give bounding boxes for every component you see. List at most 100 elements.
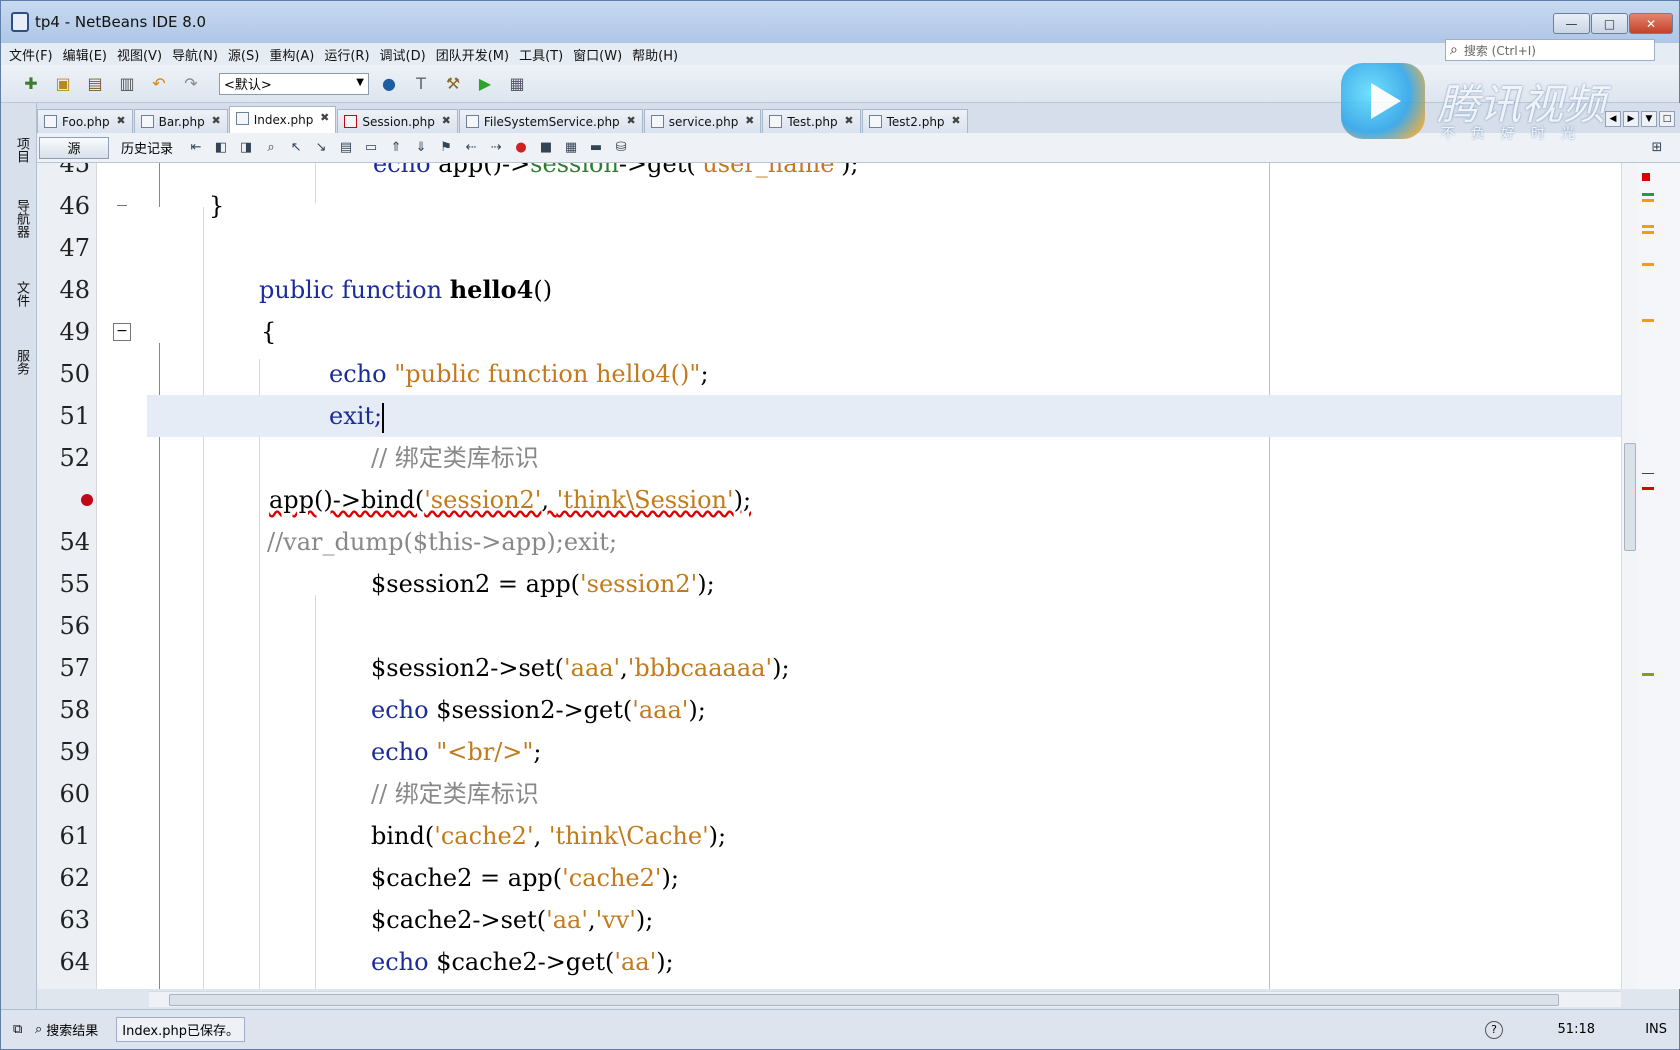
debug-icon[interactable]: ▦: [505, 72, 529, 96]
redo-icon[interactable]: ↷: [179, 72, 203, 96]
menu-help[interactable]: 帮助(H): [632, 45, 678, 64]
notification-icon[interactable]: ?: [1485, 1020, 1503, 1039]
hint-mark[interactable]: [1642, 673, 1654, 676]
shift-right-icon[interactable]: ⇢: [487, 139, 505, 157]
undo-icon[interactable]: ↶: [147, 72, 171, 96]
open-project-icon[interactable]: ▤: [83, 72, 107, 96]
clean-build-icon[interactable]: ⚒: [441, 72, 465, 96]
stop-macro-icon[interactable]: ■: [537, 139, 555, 157]
history-button[interactable]: 历史记录: [121, 138, 173, 157]
sidebar-tab-services[interactable]: 服务: [9, 349, 31, 375]
close-tab-icon[interactable]: ✖: [211, 114, 220, 127]
scrollbar-thumb[interactable]: [169, 994, 1559, 1006]
new-project-icon[interactable]: ▣: [51, 72, 75, 96]
toggle-bookmark-icon[interactable]: ⚑: [437, 139, 455, 157]
record-macro-icon[interactable]: ●: [512, 139, 530, 157]
tab-foo-php[interactable]: Foo.php ✖: [37, 109, 133, 133]
close-button[interactable]: ✕: [1629, 13, 1673, 34]
warning-mark[interactable]: [1642, 225, 1654, 228]
sidebar-tab-navigator[interactable]: 导航器: [9, 199, 31, 238]
code-text: $session2->set('aaa','bbbcaaaaa');: [371, 654, 790, 682]
shift-left-icon[interactable]: ⇠: [462, 139, 480, 157]
close-tab-icon[interactable]: ✖: [626, 114, 635, 127]
close-tab-icon[interactable]: ✖: [844, 114, 853, 127]
caret-mark[interactable]: [1642, 473, 1654, 474]
find-next-icon[interactable]: ↘: [312, 139, 330, 157]
menu-tools[interactable]: 工具(T): [519, 45, 563, 64]
database-icon[interactable]: ⛁: [612, 139, 630, 157]
build-icon[interactable]: T: [409, 72, 433, 96]
new-file-icon[interactable]: ✚: [19, 72, 43, 96]
menu-refactor[interactable]: 重构(A): [269, 45, 314, 64]
source-button[interactable]: 源: [39, 136, 109, 159]
find-icon[interactable]: ⌕: [262, 139, 280, 157]
close-tab-icon[interactable]: ✖: [320, 111, 329, 124]
insert-mode: INS: [1645, 1022, 1667, 1037]
restore-window-icon[interactable]: ⧉: [13, 1022, 22, 1037]
menu-source[interactable]: 源(S): [228, 45, 259, 64]
menu-debug[interactable]: 调试(D): [380, 45, 426, 64]
warning-mark[interactable]: [1642, 231, 1654, 234]
close-tab-icon[interactable]: ✖: [745, 114, 754, 127]
run-icon[interactable]: ▶: [473, 72, 497, 96]
config-select[interactable]: <默认> ▼: [219, 72, 369, 95]
error-mark[interactable]: [1642, 173, 1650, 181]
tab-test-php[interactable]: Test.php ✖: [762, 109, 861, 133]
comment-icon[interactable]: ▦: [562, 139, 580, 157]
menu-team[interactable]: 团队开发(M): [436, 45, 509, 64]
menu-edit[interactable]: 编辑(E): [63, 45, 107, 64]
sidebar-tab-projects[interactable]: 项目: [9, 137, 31, 163]
warning-mark[interactable]: [1642, 263, 1654, 266]
horizontal-scrollbar[interactable]: [149, 991, 1621, 1007]
forward-icon[interactable]: ◨: [237, 139, 255, 157]
tab-service-php[interactable]: service.php ✖: [643, 109, 762, 133]
save-all-icon[interactable]: ▥: [115, 72, 139, 96]
maximize-editor-icon[interactable]: □: [1659, 111, 1675, 127]
code-line: 58 echo $session2->get('aaa');: [37, 689, 1621, 731]
menu-navigate[interactable]: 导航(N): [172, 45, 218, 64]
minimize-button[interactable]: —: [1553, 13, 1590, 34]
scroll-left-icon[interactable]: ◀: [1605, 111, 1621, 127]
last-edit-icon[interactable]: ⇤: [187, 139, 205, 157]
tab-test2-php[interactable]: Test2.php ✖: [861, 109, 968, 133]
code-line: 63 $cache2->set('aa','vv');: [37, 899, 1621, 941]
next-bookmark-icon[interactable]: ⇓: [412, 139, 430, 157]
error-mark[interactable]: [1642, 487, 1654, 490]
code-editor[interactable]: 45 echo app()->session->get('user_name')…: [37, 163, 1621, 989]
search-results-tab[interactable]: ⌕ 搜索结果: [35, 1020, 98, 1039]
menu-window[interactable]: 窗口(W): [573, 45, 622, 64]
globe-icon[interactable]: ●: [377, 72, 401, 96]
find-previous-icon[interactable]: ↖: [287, 139, 305, 157]
close-tab-icon[interactable]: ✖: [116, 114, 125, 127]
chevron-down-icon: ▼: [356, 76, 364, 88]
prev-bookmark-icon[interactable]: ⇑: [387, 139, 405, 157]
warning-mark[interactable]: [1642, 199, 1654, 202]
maximize-button[interactable]: □: [1591, 13, 1628, 34]
toggle-highlight-icon[interactable]: ▤: [337, 139, 355, 157]
close-tab-icon[interactable]: ✖: [442, 114, 451, 127]
tab-bar-php[interactable]: Bar.php ✖: [133, 109, 228, 133]
tab-list-icon[interactable]: ▼: [1641, 111, 1657, 127]
uncomment-icon[interactable]: ▬: [587, 139, 605, 157]
split-editor-icon[interactable]: ⊞: [1648, 139, 1666, 157]
scrollbar-thumb[interactable]: [1624, 443, 1636, 551]
toggle-rect-select-icon[interactable]: ▭: [362, 139, 380, 157]
menu-view[interactable]: 视图(V): [117, 45, 162, 64]
menu-run[interactable]: 运行(R): [324, 45, 369, 64]
vertical-scrollbar[interactable]: [1621, 163, 1637, 989]
back-icon[interactable]: ◧: [212, 139, 230, 157]
error-icon[interactable]: [81, 494, 93, 506]
sidebar-tab-files[interactable]: 文件: [9, 281, 31, 307]
scroll-right-icon[interactable]: ▶: [1623, 111, 1639, 127]
search-input[interactable]: ⌕ 搜索 (Ctrl+I): [1445, 39, 1655, 61]
warning-mark[interactable]: [1642, 193, 1654, 196]
error-stripe[interactable]: [1637, 163, 1680, 989]
tab-session-php[interactable]: Session.php ✖: [337, 109, 458, 133]
warning-mark[interactable]: [1642, 319, 1654, 322]
tab-index-php[interactable]: Index.php ✖: [228, 106, 337, 133]
video-watermark: 腾讯视频 不负好时光: [1341, 63, 1605, 142]
tab-filesystemservice-php[interactable]: FileSystemService.php ✖: [458, 109, 643, 133]
close-tab-icon[interactable]: ✖: [951, 114, 960, 127]
fold-toggle[interactable]: −: [113, 323, 131, 341]
menu-file[interactable]: 文件(F): [9, 45, 53, 64]
